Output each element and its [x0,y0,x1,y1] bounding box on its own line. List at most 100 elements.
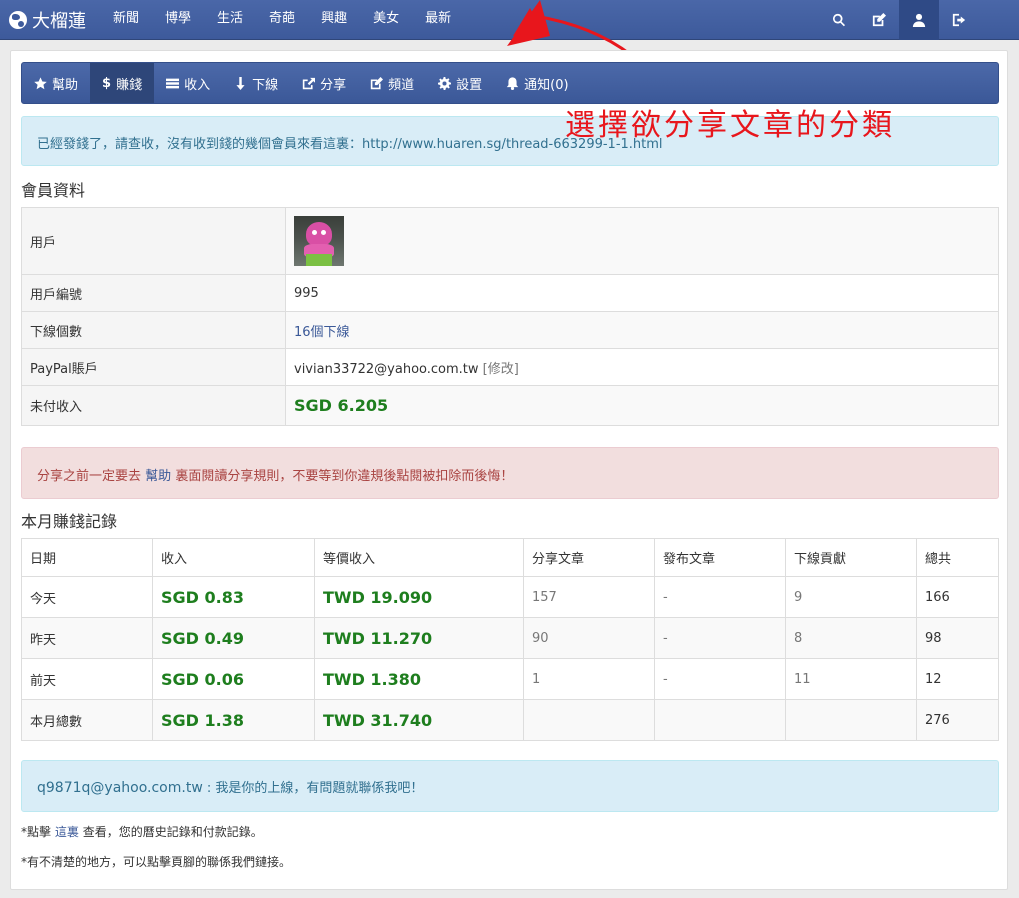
topnav-item-weird[interactable]: 奇葩 [256,0,308,40]
earnings-table: 日期 收入 等價收入 分享文章 發布文章 下線貢獻 總共 今天 SGD 0.83… [21,538,999,741]
cell-date: 昨天 [21,617,153,659]
post-button[interactable] [859,0,899,40]
subnav-label: 賺錢 [116,77,143,93]
cell-shared: 1 [523,658,655,700]
subnav-item-downline[interactable]: 下線 [222,63,290,103]
cell-downline: 8 [785,617,917,659]
edit-icon [872,13,886,27]
cell-total: 12 [916,658,999,700]
logout-button[interactable] [939,0,979,40]
subnav-item-help[interactable]: 幫助 [22,63,90,103]
topnav-item-news[interactable]: 新聞 [100,0,152,40]
member-info-table: 用戶 用戶編號 995 下線個數 16個下線 PayPal賬戶 vivian33… [21,207,999,426]
subnav-item-share[interactable]: 分享 [290,63,358,103]
table-row: 用戶 [21,207,999,275]
annotation-text: 選擇欲分享文章的分類 [565,108,895,143]
subnav-label: 收入 [184,77,211,93]
top-nav-menu: 新聞 博學 生活 奇葩 興趣 美女 最新 [100,0,464,40]
cell-published [654,699,786,741]
star-icon [34,76,47,90]
note-text: 查看，您的曆史記錄和付款記錄。 [82,825,263,839]
cell-downline [785,699,917,741]
user-icon [912,13,926,27]
arrow-down-icon [234,76,247,90]
topnav-item-latest[interactable]: 最新 [412,0,464,40]
cell-total: 98 [916,617,999,659]
table-row: 前天 SGD 0.06 TWD 1.380 1 - 11 12 [21,658,999,700]
table-row: 未付收入 SGD 6.205 [21,385,999,426]
unpaid-income-label: 未付收入 [21,385,286,426]
user-label: 用戶 [21,207,286,275]
cell-shared: 157 [523,576,655,618]
cell-published: - [654,617,786,659]
subnav-label: 頻道 [388,77,415,93]
avatar[interactable] [294,216,344,266]
member-info-title: 會員資料 [21,181,86,200]
subnav-item-channel[interactable]: 頻道 [358,63,426,103]
upline-contact: q9871q@yahoo.com.tw : 我是你的上線，有問題就聯係我吧！ [21,760,999,812]
upline-message: : 我是你的上線，有問題就聯係我吧！ [206,781,424,796]
subnav-label: 下線 [252,77,279,93]
paypal-value: vivian33722@yahoo.com.tw [294,361,479,377]
cell-equiv-income: TWD 1.380 [323,669,422,689]
cell-published: - [654,576,786,618]
brand-name: 大榴蓮 [32,11,86,32]
brand-logo[interactable]: 大榴蓮 [9,0,86,40]
cell-date: 本月總數 [21,699,153,741]
col-header-equiv-income: 等價收入 [314,538,524,577]
top-navbar: 大榴蓮 新聞 博學 生活 奇葩 興趣 美女 最新 [0,0,1019,40]
table-row: 本月總數 SGD 1.38 TWD 31.740 276 [21,699,999,741]
user-id-label: 用戶編號 [21,274,286,312]
cell-total: 276 [916,699,999,741]
logout-icon [952,13,966,27]
contact-note: *有不清楚的地方，可以點擊頁腳的聯係我們鏈接。 [21,855,292,869]
col-header-published: 發布文章 [654,538,786,577]
history-link[interactable]: 這裏 [55,825,79,839]
col-header-date: 日期 [21,538,153,577]
subnav-label: 幫助 [52,77,79,93]
topnav-item-interest[interactable]: 興趣 [308,0,360,40]
cell-equiv-income: TWD 11.270 [323,628,433,648]
search-icon [833,13,846,27]
subnav-item-notifications[interactable]: 通知(0) [494,63,580,103]
top-icon-bar [819,0,979,40]
subnav-item-income[interactable]: 收入 [154,63,222,103]
cell-equiv-income: TWD 31.740 [323,710,433,730]
subnav-item-settings[interactable]: 設置 [426,63,494,103]
bell-icon [506,76,519,90]
cell-date: 前天 [21,658,153,700]
downline-count-label: 下線個數 [21,311,286,349]
cell-income: SGD 0.06 [161,669,244,689]
col-header-income: 收入 [152,538,315,577]
table-row: 今天 SGD 0.83 TWD 19.090 157 - 9 166 [21,576,999,618]
earnings-title: 本月賺錢記錄 [21,512,118,531]
warning-text-after: 裏面閱讀分享規則，不要等到你違規後點閱被扣除而後悔！ [175,469,514,484]
topnav-item-life[interactable]: 生活 [204,0,256,40]
downline-count-link[interactable]: 16個下線 [294,325,350,340]
topnav-item-knowledge[interactable]: 博學 [152,0,204,40]
warning-text-before: 分享之前一定要去 [37,469,142,484]
upline-email[interactable]: q9871q@yahoo.com.tw [37,780,203,796]
col-header-downline: 下線貢獻 [785,538,917,577]
help-link[interactable]: 幫助 [145,469,171,484]
cell-shared [523,699,655,741]
cell-downline: 9 [785,576,917,618]
topnav-item-beauty[interactable]: 美女 [360,0,412,40]
user-button[interactable] [899,0,939,40]
col-header-shared: 分享文章 [523,538,655,577]
subnav-item-earn[interactable]: $ 賺錢 [90,63,155,103]
share-icon [302,77,316,90]
unpaid-income-value: SGD 6.205 [294,396,389,415]
share-rules-warning: 分享之前一定要去 幫助 裏面閱讀分享規則，不要等到你違規後點閱被扣除而後悔！ [21,447,999,499]
note-text: *點擊 [21,825,52,839]
subnav-label: 設置 [456,77,483,93]
cell-total: 166 [916,576,999,618]
cell-equiv-income: TWD 19.090 [323,587,433,607]
subnav-label: 通知(0) [524,77,569,93]
search-button[interactable] [819,0,859,40]
paypal-edit-link[interactable]: [修改] [483,362,519,377]
cell-shared: 90 [523,617,655,659]
globe-icon [9,11,27,29]
paypal-label: PayPal賬戶 [21,348,286,386]
table-row: 用戶編號 995 [21,274,999,312]
